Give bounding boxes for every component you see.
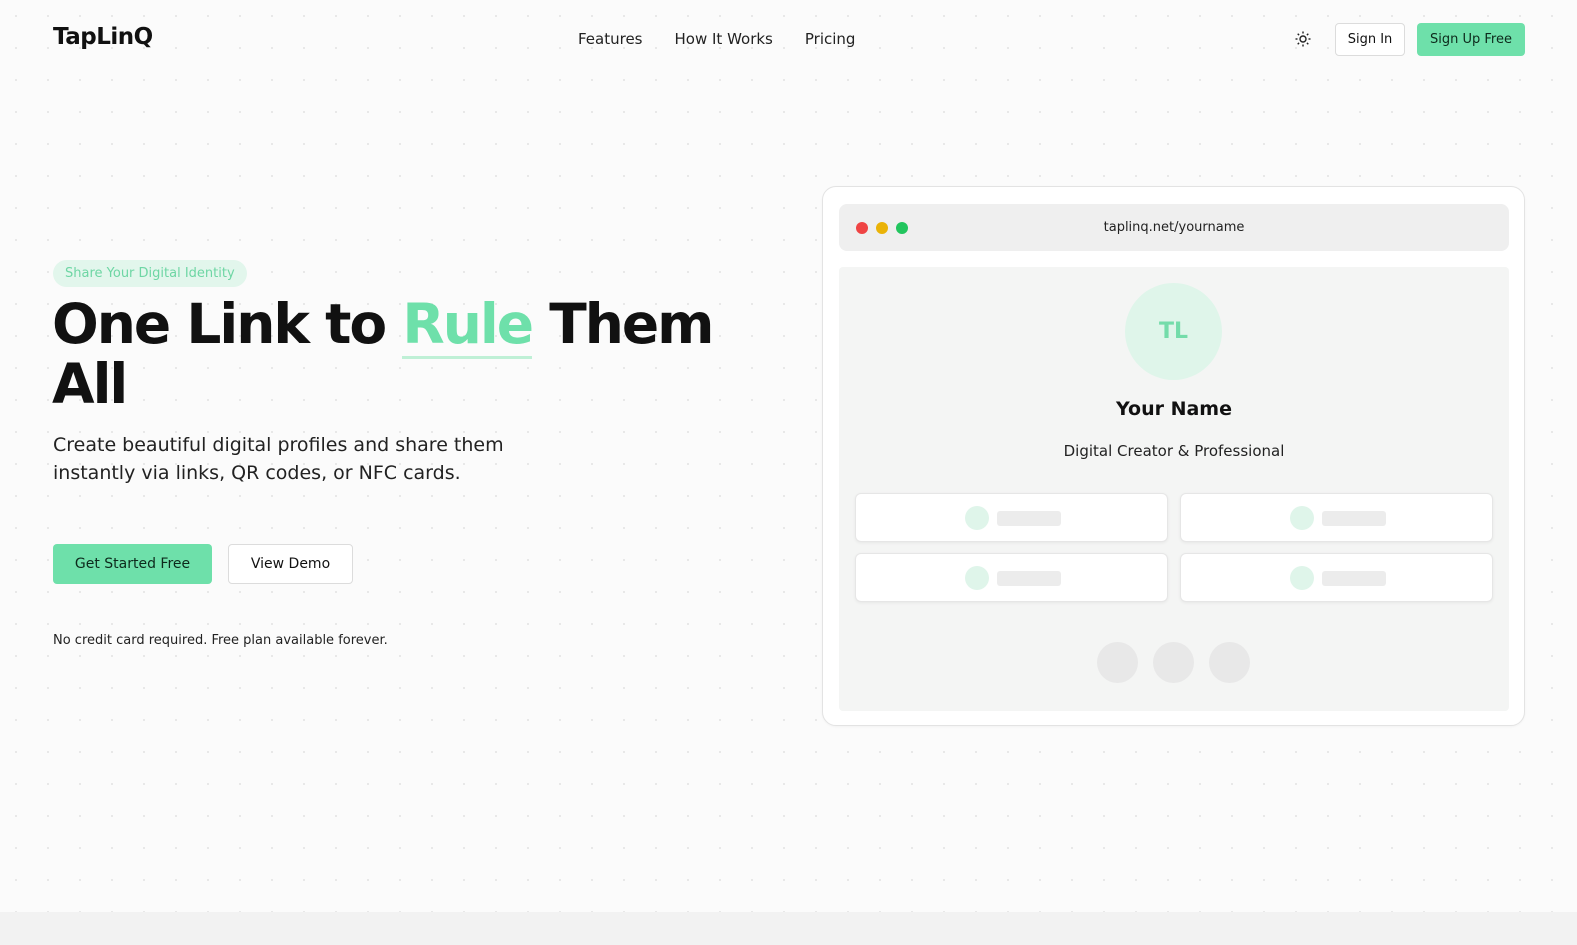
next-section-strip [0,912,1577,945]
link-placeholder-icon [1290,506,1314,530]
sign-in-button[interactable]: Sign In [1335,23,1405,56]
avatar: TL [1125,283,1222,380]
link-placeholder-icon [1290,566,1314,590]
link-placeholder-card [855,493,1168,542]
nav-link-pricing[interactable]: Pricing [805,30,856,48]
link-placeholder-bar [1322,571,1386,586]
link-placeholder-bar [997,511,1061,526]
profile-title: Digital Creator & Professional [1063,442,1285,460]
nav-link-how-it-works[interactable]: How It Works [675,30,773,48]
link-placeholder-card [855,553,1168,602]
hero-note: No credit card required. Free plan avail… [53,633,388,648]
profile-card: TL Your Name Digital Creator & Professio… [839,267,1509,711]
get-started-button[interactable]: Get Started Free [53,544,212,584]
sun-icon[interactable] [1294,30,1312,48]
link-placeholder-card [1180,493,1493,542]
logo[interactable]: TapLinQ [53,24,153,50]
profile-name: Your Name [1116,398,1232,420]
headline-accent: Rule [402,292,534,359]
sign-up-button[interactable]: Sign Up Free [1417,23,1525,56]
social-placeholder-circle [1209,642,1250,683]
social-placeholder-circle [1153,642,1194,683]
profile-preview-mockup: taplinq.net/yourname TL Your Name Digita… [822,186,1525,726]
link-placeholder-card [1180,553,1493,602]
view-demo-button[interactable]: View Demo [228,544,353,584]
hero-headline: One Link to Rule Them All [52,292,752,414]
browser-bar: taplinq.net/yourname [839,204,1509,251]
social-placeholder-circle [1097,642,1138,683]
top-nav: TapLinQ Features How It Works Pricing Si… [0,0,1577,78]
link-placeholder-icon [965,566,989,590]
hero-badge: Share Your Digital Identity [53,260,247,287]
link-placeholder-icon [965,506,989,530]
headline-part-1: One Link to [52,292,403,356]
nav-link-features[interactable]: Features [578,30,643,48]
link-placeholder-bar [997,571,1061,586]
preview-url: taplinq.net/yourname [1103,220,1245,235]
link-placeholder-bar [1322,511,1386,526]
nav-links: Features How It Works Pricing [578,30,855,48]
hero-subtext: Create beautiful digital profiles and sh… [53,434,504,484]
